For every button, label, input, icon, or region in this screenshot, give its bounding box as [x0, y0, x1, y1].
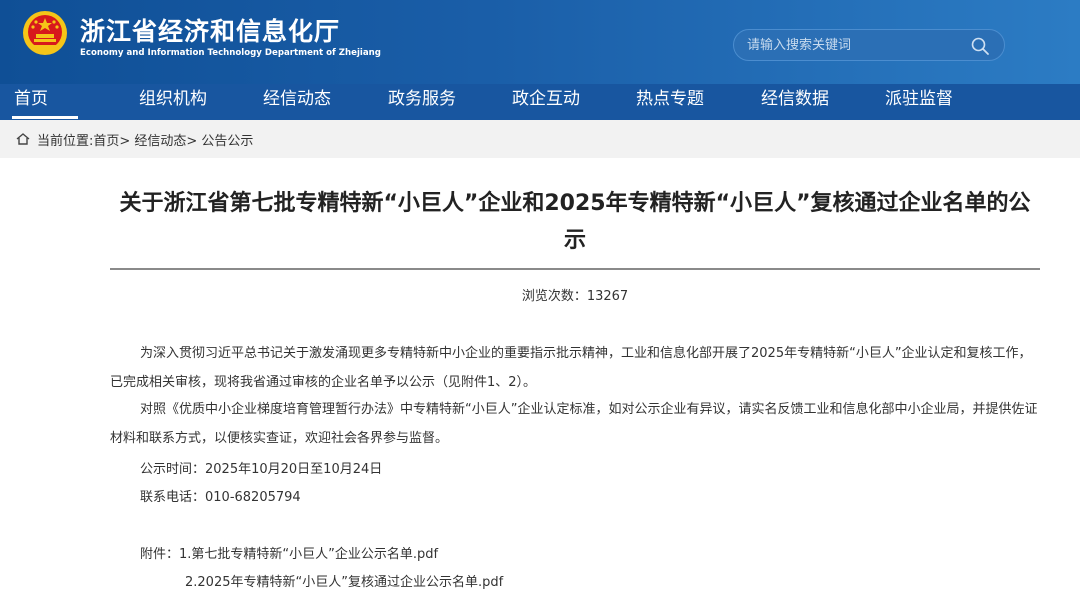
nav-item-supervision[interactable]: 派驻监督 [885, 84, 953, 120]
search-box [733, 29, 1005, 61]
article-paragraph-1: 为深入贯彻习近平总书记关于激发涌现更多专精特新中小企业的重要指示批示精神，工业和… [110, 346, 1032, 390]
nav-item-news[interactable]: 经信动态 [263, 84, 331, 120]
main-nav: 首页 组织机构 经信动态 政务服务 政企互动 热点专题 经信数据 派驻监督 [0, 84, 1080, 120]
attachment-link-1[interactable]: 附件：1.第七批专精特新“小巨人”企业公示名单.pdf [140, 543, 438, 562]
attachment-link-2[interactable]: 2.2025年专精特新“小巨人”复核通过企业公示名单.pdf [185, 571, 503, 590]
national-emblem-icon [23, 11, 67, 55]
breadcrumb[interactable]: 当前位置:首页> 经信动态> 公告公示 [37, 130, 253, 149]
article-paragraph-2: 对照《优质中小企业梯度培育管理暂行办法》中专精特新“小巨人”企业认定标准，如对公… [110, 402, 1038, 446]
site-title[interactable]: 浙江省经济和信息化厅 [80, 12, 340, 48]
breadcrumb-bar: 当前位置:首页> 经信动态> 公告公示 [0, 120, 1080, 158]
nav-item-interaction[interactable]: 政企互动 [512, 84, 580, 120]
site-header: 浙江省经济和信息化厅 Economy and Information Techn… [0, 0, 1080, 84]
search-input[interactable] [747, 30, 967, 60]
contact-phone: 联系电话：010-68205794 [140, 490, 301, 505]
title-divider [110, 268, 1040, 270]
nav-item-services[interactable]: 政务服务 [388, 84, 456, 120]
article-title: 关于浙江省第七批专精特新“小巨人”企业和2025年专精特新“小巨人”复核通过企业… [119, 191, 1031, 253]
nav-item-organization[interactable]: 组织机构 [139, 84, 207, 120]
nav-item-topics[interactable]: 热点专题 [636, 84, 704, 120]
nav-item-data[interactable]: 经信数据 [761, 84, 829, 120]
home-icon [16, 133, 30, 145]
site-subtitle: Economy and Information Technology Depar… [80, 48, 381, 58]
view-count: 浏览次数：13267 [521, 289, 629, 304]
nav-item-home[interactable]: 首页 [12, 84, 78, 120]
search-icon[interactable] [970, 36, 990, 56]
publication-period: 公示时间：2025年10月20日至10月24日 [140, 462, 383, 477]
